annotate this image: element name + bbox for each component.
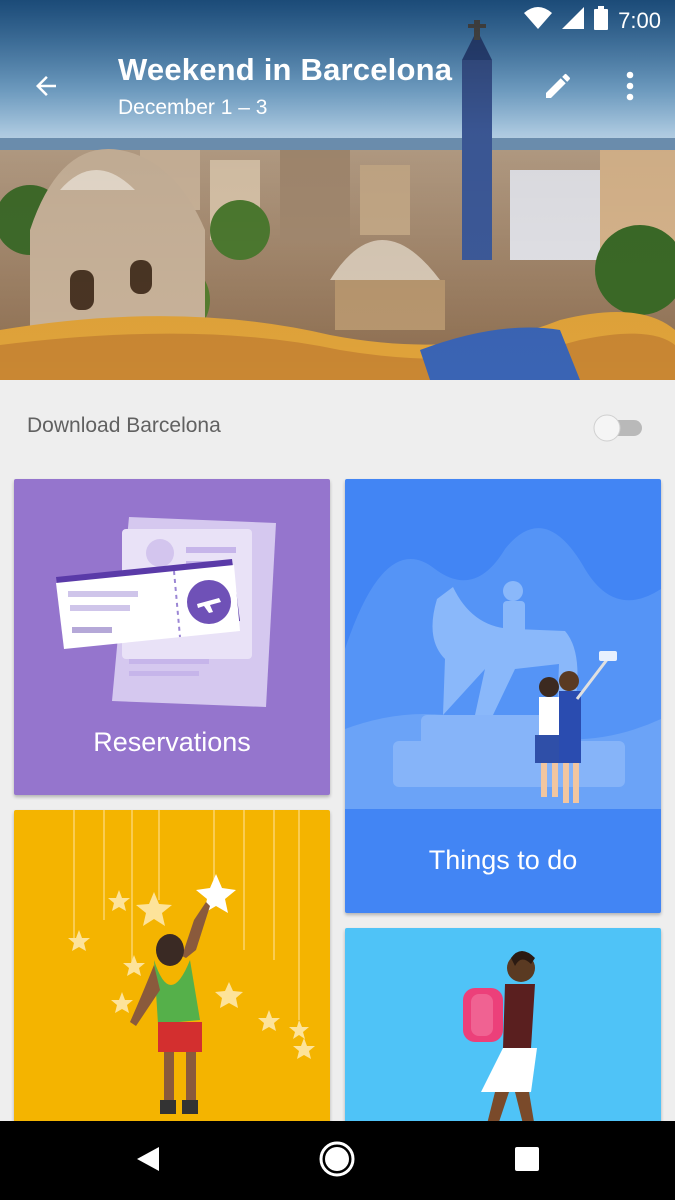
back-button[interactable]: [24, 66, 68, 110]
nav-recents-icon: [514, 1146, 540, 1177]
nav-back-button[interactable]: [124, 1137, 172, 1185]
wifi-icon: [524, 7, 553, 34]
nav-recents-button[interactable]: [503, 1137, 551, 1185]
download-row: Download Barcelona: [0, 380, 675, 476]
edit-button[interactable]: [536, 66, 580, 110]
battery-icon: [594, 6, 609, 35]
nav-home-icon: [318, 1140, 356, 1183]
signal-icon: [562, 7, 585, 34]
app-bar: Weekend in Barcelona December 1 – 3: [0, 40, 675, 140]
reservations-label: Reservations: [93, 727, 251, 757]
page-title: Weekend in Barcelona: [118, 52, 453, 87]
status-bar: 7:00: [0, 0, 675, 40]
nav-back-icon: [135, 1145, 161, 1178]
more-vert-icon: [625, 71, 635, 106]
hero-image: 7:00 Weekend in Barcelona December 1 – 3: [0, 0, 675, 380]
getting-around-card[interactable]: [345, 928, 661, 1140]
system-nav-bar: [0, 1121, 675, 1200]
more-options-button[interactable]: [610, 66, 650, 110]
backpacker-illustration: [463, 951, 537, 1140]
nav-home-button[interactable]: [313, 1137, 361, 1185]
things-to-do-label: Things to do: [428, 845, 578, 875]
explore-card[interactable]: [14, 810, 330, 1140]
pencil-icon: [542, 70, 574, 107]
status-time: 7:00: [618, 7, 661, 33]
reservations-card[interactable]: Reservations: [14, 479, 330, 795]
download-toggle[interactable]: [590, 412, 644, 444]
things-to-do-card[interactable]: Things to do: [345, 479, 661, 913]
page-subtitle: December 1 – 3: [118, 96, 268, 119]
arrow-back-icon: [31, 71, 61, 106]
download-label: Download Barcelona: [27, 414, 221, 437]
stars-illustration: [68, 810, 315, 1114]
